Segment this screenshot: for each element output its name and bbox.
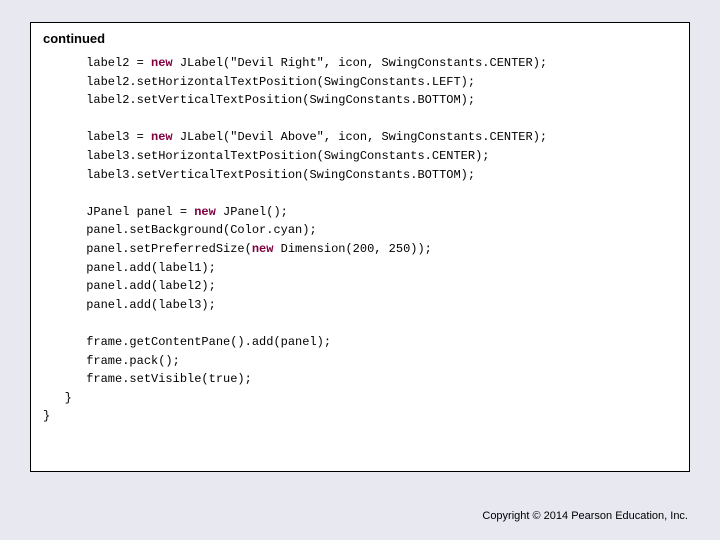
code-line: } (43, 391, 72, 405)
code-line: JLabel("Devil Right", icon, SwingConstan… (173, 56, 547, 70)
code-line: frame.setVisible(true); (43, 372, 252, 386)
code-line: Dimension(200, 250)); (273, 242, 431, 256)
code-line: label2 = (43, 56, 151, 70)
keyword-new: new (194, 205, 216, 219)
code-line: panel.add(label1); (43, 261, 216, 275)
code-line: label3.setVerticalTextPosition(SwingCons… (43, 168, 475, 182)
code-line: } (43, 409, 50, 423)
code-line: label3.setHorizontalTextPosition(SwingCo… (43, 149, 489, 163)
code-line: JLabel("Devil Above", icon, SwingConstan… (173, 130, 547, 144)
keyword-new: new (151, 130, 173, 144)
continued-heading: continued (43, 31, 677, 46)
code-line: label2.setVerticalTextPosition(SwingCons… (43, 93, 475, 107)
slide-frame: continued label2 = new JLabel("Devil Rig… (30, 22, 690, 472)
code-line: label3 = (43, 130, 151, 144)
code-line: label2.setHorizontalTextPosition(SwingCo… (43, 75, 475, 89)
keyword-new: new (151, 56, 173, 70)
code-line: panel.setPreferredSize( (43, 242, 252, 256)
copyright-notice: Copyright © 2014 Pearson Education, Inc. (482, 510, 688, 522)
code-line: panel.setBackground(Color.cyan); (43, 223, 317, 237)
code-line: JPanel panel = (43, 205, 194, 219)
code-line: JPanel(); (216, 205, 288, 219)
code-line: panel.add(label2); (43, 279, 216, 293)
code-line: frame.pack(); (43, 354, 180, 368)
code-block: label2 = new JLabel("Devil Right", icon,… (43, 54, 677, 426)
code-line: panel.add(label3); (43, 298, 216, 312)
code-line: frame.getContentPane().add(panel); (43, 335, 331, 349)
keyword-new: new (252, 242, 274, 256)
